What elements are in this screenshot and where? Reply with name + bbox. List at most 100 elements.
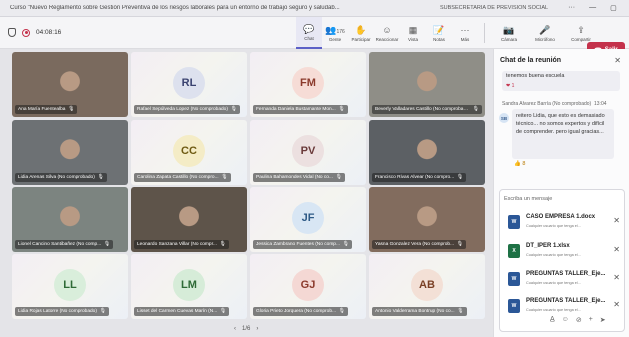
- toolbar-notas-button[interactable]: 📝 Notas: [426, 17, 452, 49]
- message-text: tenemos buena escuela: [506, 73, 565, 79]
- mic-muted-icon: 🎙: [342, 241, 349, 247]
- attachment-permission: Cualquier usuario que tenga el...: [526, 253, 581, 257]
- more-options-icon[interactable]: ···: [568, 4, 575, 12]
- notes-icon: 📝: [433, 24, 445, 35]
- participant-tile[interactable]: GJ Gloria Prieto Jorquera (No comprob... 🎙: [250, 254, 366, 319]
- mic-muted-icon: 🎙: [456, 241, 464, 247]
- chat-panel: Chat de la reunión ✕ tenemos buena escue…: [493, 49, 629, 337]
- message-meta: Sandra Alvarez Barría (No comprobado) 13…: [502, 101, 607, 107]
- participant-name-text: Lionel Cancino Santibañez (No comp...: [18, 242, 102, 247]
- participant-tile[interactable]: AB Antonio Valderrama Bontrup (No co... 🎙: [369, 254, 485, 319]
- participant-tile[interactable]: LL Lidia Rojas Latorre (No comprobado) 🎙: [12, 254, 128, 319]
- participant-tile[interactable]: JF Jessica Zambrano Fuentes (No comp... 🎙: [250, 187, 366, 252]
- attachment-item[interactable]: W PREGUNTAS TALLER_Eje... Cualquier usuari…: [508, 269, 624, 292]
- compose-box[interactable]: Escriba un mensaje W CASO EMPRESA 1.docx C…: [499, 189, 625, 332]
- participant-tile[interactable]: CC Carolina Zapata Castillo (No compro...…: [131, 120, 247, 185]
- remove-attachment-icon[interactable]: ✕: [613, 216, 620, 225]
- participant-name-text: Lisset del Carmen Cuevas Marín (N...: [137, 309, 218, 314]
- meeting-timer: 04:08:16: [36, 29, 62, 36]
- next-page-button[interactable]: ›: [256, 326, 258, 332]
- participant-tile[interactable]: Lionel Cancino Santibañez (No comp... 🎙: [12, 187, 128, 252]
- remove-attachment-icon[interactable]: ✕: [613, 273, 620, 282]
- format-icon[interactable]: A̲: [550, 316, 555, 324]
- toolbar-chat-button[interactable]: 💬 Chat: [296, 17, 322, 49]
- mic-muted-icon: 🎙: [338, 308, 345, 314]
- prev-page-button[interactable]: ‹: [234, 326, 236, 332]
- participant-tile[interactable]: Leonardo Sanzana Villar (No compr... 🎙: [131, 187, 247, 252]
- people-icon: 👥176: [325, 24, 345, 35]
- mic-muted-icon: 🎙: [335, 174, 342, 180]
- participant-name: Lidia Rojas Latorre (No comprobado) 🎙: [15, 307, 109, 316]
- toolbar-cmara-button[interactable]: 📷 Cámara: [491, 17, 527, 49]
- participant-avatar: JF: [292, 202, 324, 234]
- raise-hand-icon: ✋: [355, 24, 367, 35]
- participant-name: Antonio Valderrama Bontrup (No co... 🎙: [372, 307, 467, 316]
- participant-name-text: Jessica Zambrano Fuentes (No comp...: [256, 242, 340, 247]
- attachment-permission: Cualquier usuario que tenga el...: [526, 281, 581, 285]
- participant-name-text: Fernanda Daniela Bustamante Mon...: [256, 107, 336, 112]
- video-stage: Ana María Fuentealba 🎙 RL Rafael Sepúlveda …: [0, 49, 493, 337]
- attachment-item[interactable]: W CASO EMPRESA 1.docx Cualquier usuario qu…: [508, 212, 624, 235]
- participant-tile[interactable]: Lidia Arenas Silva (No comprobado) 🎙: [12, 120, 128, 185]
- toolbar-gente-button[interactable]: 👥176 Gente: [322, 17, 348, 49]
- chat-message: tenemos buena escuela ❤ 1: [502, 71, 620, 91]
- participant-name: Gloria Prieto Jorquera (No comprob... 🎙: [253, 307, 348, 316]
- add-icon[interactable]: +: [589, 316, 593, 324]
- message-input[interactable]: Escriba un mensaje: [504, 196, 552, 202]
- remove-attachment-icon[interactable]: ✕: [613, 245, 620, 254]
- participant-name-text: Leonardo Sanzana Villar (No compr...: [137, 242, 217, 247]
- attachment-name: PREGUNTAS TALLER_Eje...: [526, 271, 606, 277]
- participant-count: 176: [336, 28, 345, 35]
- attachment-name: CASO EMPRESA 1.docx: [526, 214, 596, 220]
- chat-message: reitero Lidia, que esto es demasiado téc…: [512, 109, 614, 159]
- send-icon[interactable]: ➤: [600, 316, 606, 324]
- participant-name-text: Francisco Rivas Alvear (No compro...: [375, 175, 455, 180]
- participant-name-text: Carolina Zapata Castillo (No compro...: [137, 175, 219, 180]
- participant-tile[interactable]: FM Fernanda Daniela Bustamante Mon... 🎙: [250, 52, 366, 117]
- attachment-permission: Cualquier usuario que tenga el...: [526, 224, 581, 228]
- toolbar-label: Gente: [328, 36, 342, 42]
- recording-icon: [22, 28, 30, 37]
- participant-name: Carolina Zapata Castillo (No compro... 🎙: [134, 173, 231, 182]
- participant-tile[interactable]: RL Rafael Sepúlveda Lopez (No comprobado)…: [131, 52, 247, 117]
- mic-muted-icon: 🎙: [457, 308, 464, 314]
- toolbar-reaccionar-button[interactable]: ☺ Reaccionar: [374, 17, 400, 49]
- tenant-name[interactable]: SUBSECRETARIA DE PREVISION SOCIAL: [440, 5, 548, 11]
- participant-name-text: Paulina Bahamondes Vidal (No co...: [256, 175, 333, 180]
- participant-name: Paulina Bahamondes Vidal (No co... 🎙: [253, 173, 345, 182]
- participant-tile[interactable]: Francisco Rivas Alvear (No compro... 🎙: [369, 120, 485, 185]
- word-file-icon: W: [508, 299, 520, 313]
- remove-attachment-icon[interactable]: ✕: [613, 300, 620, 309]
- participant-name-text: Yasna Gonzalez Vera (No comprob...: [375, 242, 455, 247]
- toolbar-participar-button[interactable]: ✋ Participar: [348, 17, 374, 49]
- mic-muted-icon: 🎙: [219, 241, 226, 247]
- shield-icon[interactable]: [8, 28, 16, 37]
- participant-tile[interactable]: Yasna Gonzalez Vera (No comprob... 🎙: [369, 187, 485, 252]
- participant-tile[interactable]: Ana María Fuentealba 🎙: [12, 52, 128, 117]
- attachment-permission: Cualquier usuario que tenga el...: [526, 308, 581, 312]
- participant-avatar: LM: [173, 269, 205, 301]
- heart-reaction[interactable]: ❤ 1: [506, 83, 514, 89]
- participant-tile[interactable]: LM Lisset del Carmen Cuevas Marín (N... 🎙: [131, 254, 247, 319]
- participant-name: Rafael Sepúlveda Lopez (No comprobado) 🎙: [134, 105, 240, 114]
- attach-icon[interactable]: ⊘: [576, 316, 582, 324]
- attachment-item[interactable]: X DT_IPER 1.xlsx Cualquier usuario que ten…: [508, 241, 624, 264]
- mic-muted-icon: 🎙: [219, 308, 227, 314]
- word-file-icon: W: [508, 215, 520, 229]
- toolbar-label: Reaccionar: [375, 36, 399, 42]
- close-icon[interactable]: ✕: [614, 56, 621, 65]
- attachment-name: PREGUNTAS TALLER_Eje...: [526, 298, 606, 304]
- participant-tile[interactable]: Beverly Valladares Castillo (No comproba…: [369, 52, 485, 117]
- view-icon: ▦: [408, 24, 418, 35]
- emoji-icon[interactable]: ☺: [562, 316, 569, 324]
- toolbar-ms-button[interactable]: ··· Más: [452, 17, 478, 49]
- microphone-icon: 🎤: [539, 24, 551, 35]
- participant-tile[interactable]: PV Paulina Bahamondes Vidal (No co... 🎙: [250, 120, 366, 185]
- maximize-button[interactable]: ▢: [610, 4, 617, 12]
- window-controls: ··· — ▢ ✕: [568, 4, 629, 12]
- toolbar-micrfono-button[interactable]: 🎤 Micrófono: [527, 17, 563, 49]
- minimize-button[interactable]: —: [589, 4, 596, 12]
- like-reaction[interactable]: 👍 8: [514, 161, 525, 167]
- participant-name: Francisco Rivas Alvear (No compro... 🎙: [372, 173, 467, 182]
- toolbar-vista-button[interactable]: ▦ Vista: [400, 17, 426, 49]
